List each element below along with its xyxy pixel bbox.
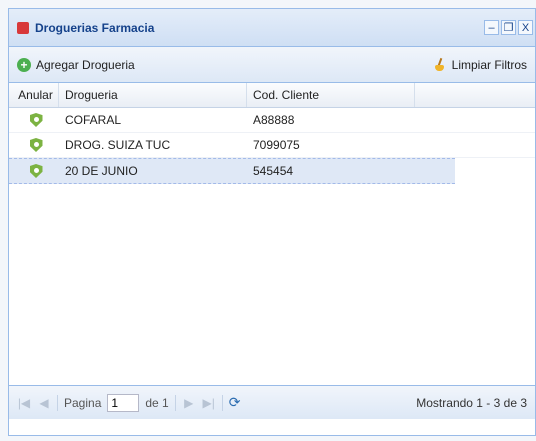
- close-button[interactable]: X: [518, 20, 533, 35]
- header-filler: [415, 83, 535, 107]
- window-title: Droguerias Farmacia: [35, 20, 155, 35]
- add-icon: +: [17, 57, 31, 72]
- next-page-icon[interactable]: ▶: [182, 396, 196, 410]
- add-drogueria-button[interactable]: + Agregar Drogueria: [17, 57, 135, 72]
- table-row[interactable]: COFARAL A88888: [9, 108, 535, 133]
- table-row[interactable]: 20 DE JUNIO 545454: [9, 158, 455, 184]
- cell-cod-cliente: A88888: [253, 113, 295, 127]
- table-row[interactable]: DROG. SUIZA TUC 7099075: [9, 133, 535, 158]
- page-label: Pagina: [64, 395, 102, 410]
- droguerias-window: Droguerias Farmacia – ❐ X + Agregar Drog…: [8, 8, 536, 436]
- page-number-input[interactable]: [107, 393, 140, 412]
- cell-drogueria: 20 DE JUNIO: [65, 164, 138, 178]
- toolbar: + Agregar Drogueria Limpiar Filtros: [9, 47, 535, 83]
- minimize-button[interactable]: –: [484, 20, 499, 35]
- cell-drogueria: COFARAL: [65, 113, 122, 127]
- prev-page-icon[interactable]: ◀: [37, 396, 51, 410]
- grid-body: COFARAL A88888 DROG. SUIZA TUC 7099075 2…: [9, 108, 535, 385]
- anular-icon[interactable]: [29, 164, 43, 178]
- maximize-button[interactable]: ❐: [501, 20, 516, 35]
- cell-drogueria: DROG. SUIZA TUC: [65, 138, 171, 152]
- anular-icon[interactable]: [29, 113, 43, 127]
- paging-toolbar: |◀ ◀ Pagina de 1 ▶ ▶| ⟳ Mostrando 1 - 3 …: [9, 385, 535, 419]
- page-count: de 1: [145, 395, 169, 410]
- cell-cod-cliente: 545454: [253, 164, 294, 178]
- clear-filters-label: Limpiar Filtros: [451, 57, 527, 72]
- first-page-icon[interactable]: |◀: [17, 396, 31, 410]
- broom-icon: [433, 58, 447, 72]
- cell-cod-cliente: 7099075: [253, 138, 300, 152]
- window-titlebar[interactable]: Droguerias Farmacia – ❐ X: [9, 9, 535, 47]
- last-page-icon[interactable]: ▶|: [202, 396, 216, 410]
- anular-icon[interactable]: [29, 138, 43, 152]
- header-anular[interactable]: Anular: [9, 83, 59, 107]
- clear-filters-button[interactable]: Limpiar Filtros: [433, 58, 527, 72]
- display-info: Mostrando 1 - 3 de 3: [416, 395, 527, 410]
- pharmacy-icon: [17, 21, 29, 34]
- header-drogueria[interactable]: Drogueria: [59, 83, 247, 107]
- refresh-icon[interactable]: ⟳: [229, 394, 241, 411]
- add-drogueria-label: Agregar Drogueria: [36, 57, 135, 72]
- header-cod-cliente[interactable]: Cod. Cliente: [247, 83, 415, 107]
- grid-header: Anular Drogueria Cod. Cliente: [9, 83, 535, 108]
